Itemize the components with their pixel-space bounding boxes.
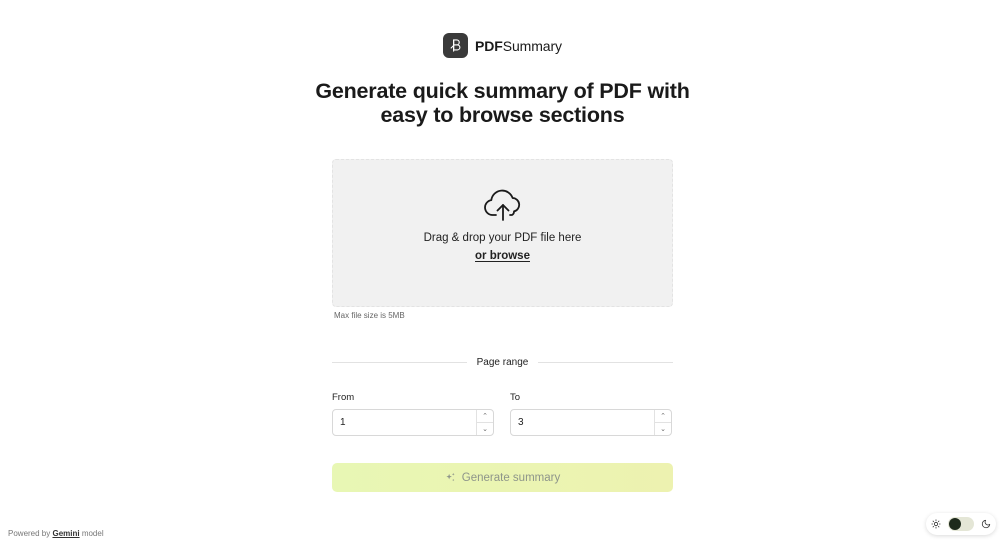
brand-bold-text: PDF [475, 37, 503, 54]
to-label: To [510, 392, 521, 403]
generate-button-label: Generate summary [461, 471, 561, 484]
chevron-up-icon[interactable]: ⌃ [477, 410, 493, 422]
from-page-input[interactable] [333, 410, 476, 435]
chevron-up-icon[interactable]: ⌃ [655, 410, 671, 422]
to-stepper: ⌃ ⌄ [654, 410, 671, 435]
page-range-heading: Page range [476, 356, 529, 368]
brand-rest-text: Summary [502, 37, 562, 54]
page-range-divider: Page range [332, 355, 673, 369]
gemini-link[interactable]: Gemini [52, 529, 79, 538]
divider-line [538, 361, 673, 363]
page-title: Generate quick summary of PDF with easy … [0, 79, 1005, 127]
brand-name[interactable]: PDFSummary [475, 38, 562, 54]
cloud-upload-icon [483, 189, 520, 221]
theme-switch[interactable] [948, 517, 974, 531]
theme-toggle [926, 513, 996, 535]
from-stepper: ⌃ ⌄ [476, 410, 493, 435]
to-page-input[interactable] [511, 410, 654, 435]
file-dropzone[interactable]: Drag & drop your PDF file here or browse [332, 159, 673, 307]
moon-icon[interactable] [981, 519, 991, 529]
powered-by-note: Powered by Gemini model [8, 529, 104, 538]
to-field: ⌃ ⌄ [510, 409, 672, 436]
powered-suffix: model [79, 529, 104, 538]
title-bold: PDF [599, 79, 642, 103]
max-file-size-note: Max file size is 5MB [334, 311, 405, 320]
chevron-down-icon[interactable]: ⌄ [477, 422, 493, 435]
divider-line [332, 361, 467, 363]
pen-nib-icon [443, 33, 469, 58]
title-part: Generate quick summary of [315, 79, 600, 103]
browse-link[interactable]: or browse [475, 250, 530, 262]
chevron-down-icon[interactable]: ⌄ [655, 422, 671, 435]
title-line-2: easy to browse sections [380, 103, 625, 127]
from-label: From [332, 392, 355, 403]
app-header: PDFSummary [0, 33, 1005, 58]
switch-knob [949, 518, 961, 530]
powered-prefix: Powered by [8, 529, 53, 538]
sparkles-icon [446, 472, 455, 482]
generate-summary-button[interactable]: Generate summary [332, 463, 673, 492]
dropzone-instructions: Drag & drop your PDF file here [423, 232, 582, 244]
from-field: ⌃ ⌄ [332, 409, 494, 436]
sun-icon[interactable] [931, 519, 941, 529]
title-part: with [641, 79, 690, 103]
